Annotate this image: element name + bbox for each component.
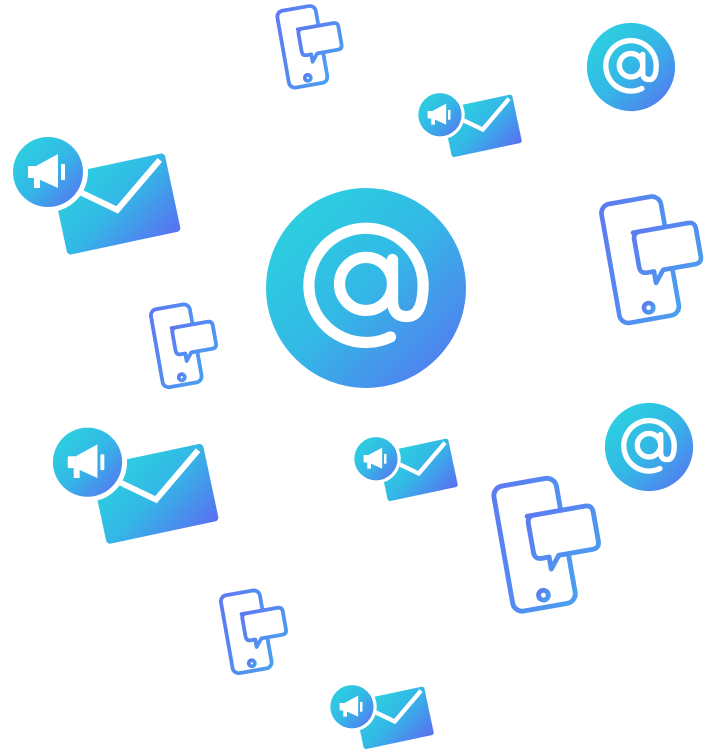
email-marketing-icon	[415, 90, 522, 158]
at-sign-icon	[586, 22, 676, 112]
phone-chat-icon	[275, 4, 344, 90]
email-marketing-icon	[8, 132, 181, 255]
phone-chat-icon	[148, 302, 218, 390]
at-sign-icon	[604, 402, 694, 492]
email-marketing-icon	[327, 682, 434, 750]
phone-chat-icon	[599, 194, 704, 326]
icon-collage	[0, 0, 710, 750]
email-marketing-icon	[351, 434, 458, 502]
phone-chat-icon	[218, 588, 288, 676]
email-marketing-icon	[47, 422, 219, 544]
at-sign-icon	[266, 188, 466, 388]
phone-chat-icon	[491, 475, 601, 614]
